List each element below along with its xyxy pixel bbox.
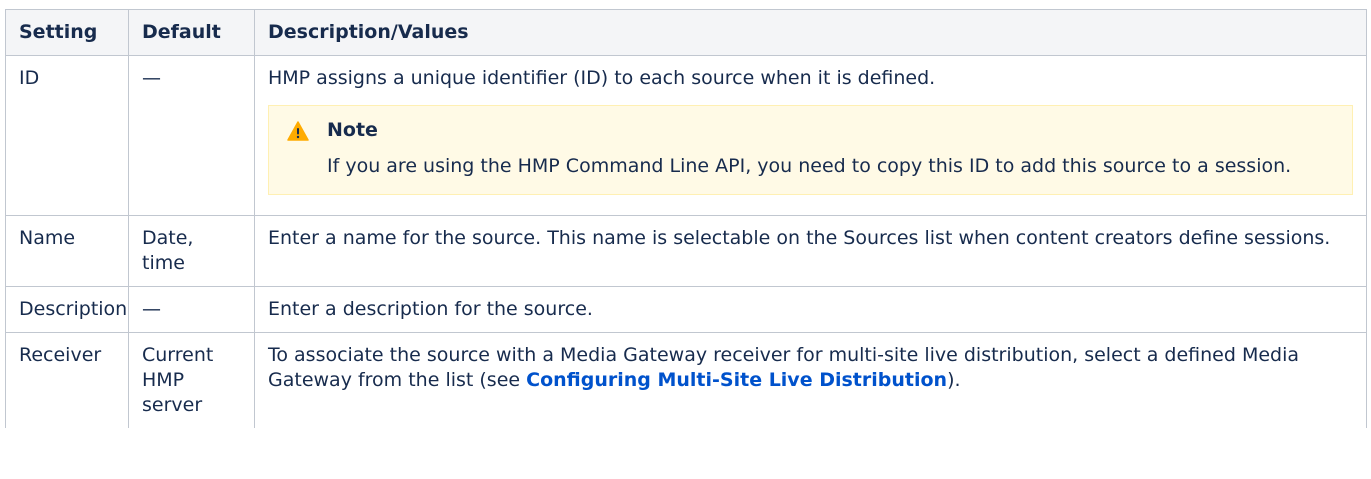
cell-description-name: Enter a name for the source. This name i… xyxy=(254,215,1367,287)
cell-default-description: — xyxy=(128,286,255,333)
table-row-receiver: Receiver Current HMP server To associate… xyxy=(5,332,1367,428)
page: Setting Default Description/Values ID — … xyxy=(0,0,1371,479)
cell-default-name: Date, time xyxy=(128,215,255,287)
note-body: If you are using the HMP Command Line AP… xyxy=(327,155,1292,177)
cell-description-receiver: To associate the source with a Media Gat… xyxy=(254,332,1367,428)
table-row-id: ID — HMP assigns a unique identifier (ID… xyxy=(5,55,1367,216)
note-panel: Note If you are using the HMP Command Li… xyxy=(268,105,1353,195)
table-row-name: Name Date, time Enter a name for the sou… xyxy=(5,215,1367,287)
header-default: Default xyxy=(128,9,255,56)
cell-setting-name: Name xyxy=(5,215,129,287)
cell-description-id: HMP assigns a unique identifier (ID) to … xyxy=(254,55,1367,216)
cell-default-id: — xyxy=(128,55,255,216)
settings-table: Setting Default Description/Values ID — … xyxy=(5,9,1367,428)
note-title: Note xyxy=(327,119,378,141)
cell-description-description: Enter a description for the source. xyxy=(254,286,1367,333)
table-header-row: Setting Default Description/Values xyxy=(5,9,1367,56)
cell-setting-receiver: Receiver xyxy=(5,332,129,428)
table-row-description: Description — Enter a description for th… xyxy=(5,286,1367,333)
cell-setting-description: Description xyxy=(5,286,129,333)
cell-setting-id: ID xyxy=(5,55,129,216)
cell-default-receiver: Current HMP server xyxy=(128,332,255,428)
header-description: Description/Values xyxy=(254,9,1367,56)
receiver-description-end: ). xyxy=(947,369,961,391)
note-header: Note xyxy=(287,118,1332,143)
description-text-id: HMP assigns a unique identifier (ID) to … xyxy=(268,67,936,89)
warning-icon xyxy=(287,120,309,141)
configuring-multi-site-link[interactable]: Configuring Multi-Site Live Distribution xyxy=(526,369,947,391)
header-setting: Setting xyxy=(5,9,129,56)
